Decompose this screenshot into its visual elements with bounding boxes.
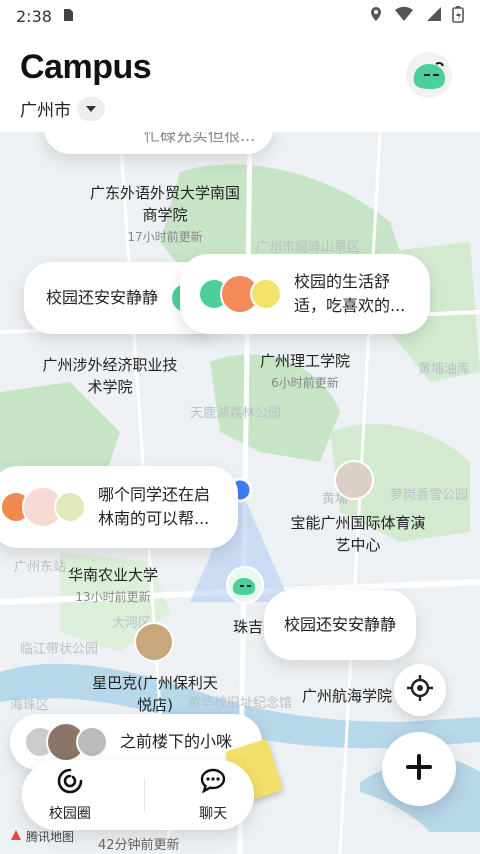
post-text: 校园的生活舒适，吃喜欢的...: [294, 272, 406, 315]
tab-campus-circle[interactable]: 校园圈: [49, 767, 91, 823]
map-label: 海珠区: [10, 698, 50, 713]
place-name: 广州航海学院: [301, 687, 392, 705]
map-provider-label: 腾讯地图: [26, 830, 75, 844]
avatar-stack: [24, 722, 108, 762]
plus-icon: [405, 753, 433, 785]
city-label: 广州市: [20, 101, 71, 121]
wifi-icon: [394, 6, 414, 26]
battery-icon: [452, 5, 464, 27]
city-selector[interactable]: 广州市: [20, 96, 105, 121]
signal-icon: [424, 6, 442, 26]
place-marker[interactable]: 华南农业大学 13小时前更新: [58, 564, 168, 608]
tab-chat[interactable]: 聊天: [199, 767, 227, 823]
chat-icon: [199, 767, 227, 799]
place-marker[interactable]: 广州航海学院: [292, 685, 402, 707]
crosshair-icon: [406, 674, 434, 706]
app-title: Campus: [20, 48, 152, 86]
place-update-time: 13小时前更新: [75, 590, 151, 604]
post-text: 哪个同学还在启林南的可以帮...: [98, 485, 211, 528]
avatar-stack: [0, 486, 86, 528]
post-bubble[interactable]: 校园还安安静静: [264, 590, 417, 660]
user-avatar[interactable]: [134, 622, 174, 662]
map-label: 广州市帽峰山景区: [256, 240, 361, 255]
status-time: 2:38: [16, 6, 52, 26]
avatar: [250, 278, 282, 310]
divider: [144, 778, 146, 812]
user-avatar[interactable]: [226, 566, 264, 604]
status-bar: 2:38: [0, 0, 480, 32]
place-name: 广东外语外贸大学南国商学院: [90, 184, 241, 224]
place-update-time: 6小时前更新: [271, 376, 339, 390]
place-name: 华南农业大学: [67, 566, 158, 584]
map-label: 萝岗香雪公园: [390, 488, 469, 503]
place-marker[interactable]: 广东外语外贸大学南国商学院 17小时前更新: [90, 182, 240, 248]
campus-circle-icon: [56, 767, 84, 799]
post-bubble[interactable]: 哪个同学还在启林南的可以帮...: [0, 466, 238, 548]
post-text: 之前楼下的小咪: [120, 732, 233, 751]
place-name: 星巴克(广州保利天悦店): [92, 674, 218, 714]
user-avatar[interactable]: [334, 460, 374, 500]
tab-label: 聊天: [199, 806, 228, 822]
chevron-down-icon: [77, 96, 105, 121]
avatar: [54, 491, 86, 523]
post-bubble[interactable]: 忙碌充实但很...: [44, 132, 274, 154]
post-text: 校园还安安静静: [46, 288, 159, 307]
post-text: 校园还安安静静: [284, 615, 397, 634]
place-name: 广州理工学院: [259, 352, 350, 370]
place-update-time: 42分钟前更新: [98, 838, 180, 853]
post-bubble[interactable]: 校园的生活舒适，吃喜欢的...: [180, 254, 430, 334]
sim-icon: [62, 7, 74, 26]
location-icon: [368, 6, 384, 26]
bottom-tab-bar: 校园圈 聊天: [22, 760, 254, 830]
locate-button[interactable]: [394, 664, 446, 716]
place-name: 宝能广州国际体育演艺中心: [290, 514, 426, 554]
user-avatar[interactable]: [406, 52, 452, 98]
avatar: [76, 726, 108, 758]
add-post-button[interactable]: [382, 732, 456, 806]
map-logo-icon: [10, 829, 22, 844]
place-marker[interactable]: 广州理工学院 6小时前更新: [250, 350, 360, 394]
post-text: 忙碌充实但很...: [144, 132, 256, 145]
map-label: 天鹿湖森林公园: [190, 406, 282, 421]
map-provider-logo: 腾讯地图: [10, 828, 74, 845]
tab-label: 校园圈: [48, 806, 91, 822]
place-marker[interactable]: 星巴克(广州保利天悦店): [90, 672, 220, 716]
avatar-stack: [198, 274, 282, 314]
place-marker[interactable]: 宝能广州国际体育演艺中心: [288, 512, 428, 556]
map-label: 临江带状公园: [20, 642, 99, 657]
place-update-time: 17小时前更新: [127, 230, 203, 244]
place-marker[interactable]: 广州涉外经济职业技术学院: [40, 354, 180, 398]
app-header: Campus 广州市: [0, 32, 480, 132]
map-label: 黄埔油库: [418, 362, 471, 377]
place-name: 广州涉外经济职业技术学院: [42, 356, 178, 396]
